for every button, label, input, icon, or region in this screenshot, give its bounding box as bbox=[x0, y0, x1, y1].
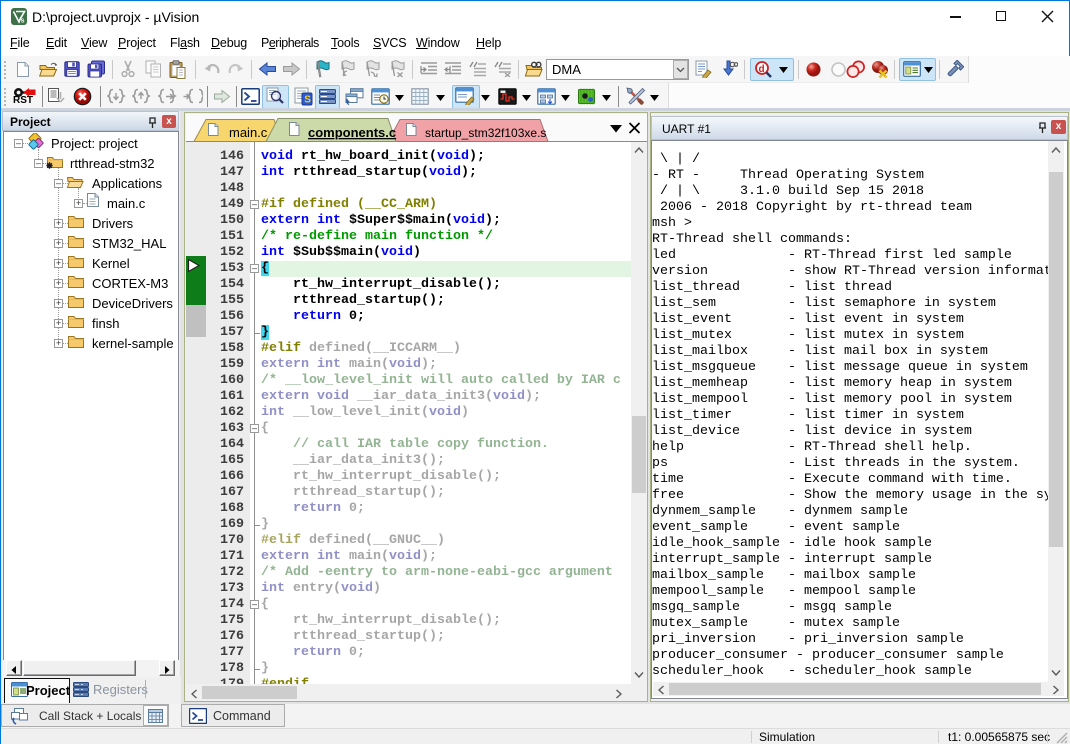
svg-text:components.c: components.c bbox=[308, 125, 396, 140]
svg-text:d: d bbox=[759, 64, 765, 75]
svg-text:S: S bbox=[304, 95, 311, 106]
svg-text:s: s bbox=[21, 18, 25, 25]
svg-text:main.c: main.c bbox=[229, 125, 268, 140]
svg-text:startup_stm32f103xe.s: startup_stm32f103xe.s bbox=[425, 126, 546, 140]
